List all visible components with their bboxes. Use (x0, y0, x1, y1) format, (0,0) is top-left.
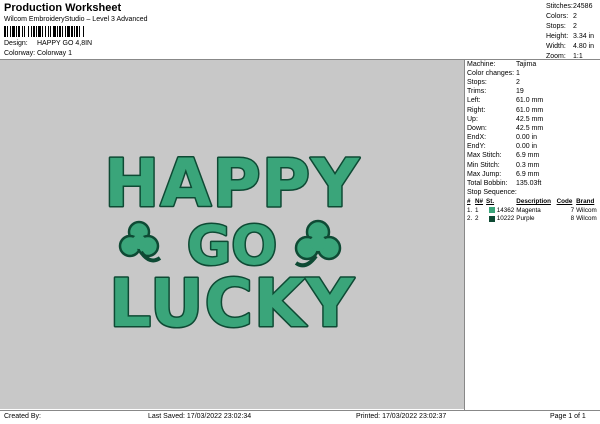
stat-row: Height: 3.34 in (546, 32, 595, 40)
colorway-label: Colorway: (4, 50, 36, 57)
barcode (4, 26, 116, 37)
stop-sequence-table: # N# St. Description Code Brand 1. 1 143… (466, 198, 600, 224)
design-value: HAPPY GO 4,8IN (37, 40, 93, 47)
worksheet-title: Production Worksheet (4, 2, 122, 14)
table-row[interactable]: 2. 2 10222 Purple 8 Wilcom (466, 215, 600, 224)
stat-row: Colors: 2 (546, 12, 577, 20)
machine-info-row: Max Jump: 6.9 mm (467, 170, 540, 178)
machine-info-panel: Machine: Tajima Color changes: 1 Stops: 2 Trim… (465, 60, 600, 223)
embroidery-design: HAPPY GO LUCKY (103, 144, 361, 344)
machine-info-row: Left: 61.0 mm (467, 97, 544, 105)
footer-page: Page 1 of 1 (550, 413, 586, 421)
table-row[interactable]: 1. 1 14362 Magenta 7 Wilcom (466, 206, 600, 215)
footer-divider (0, 410, 600, 411)
machine-info-row: Min Stitch: 0.3 mm (467, 161, 540, 169)
shamrock-left-icon (118, 220, 162, 263)
machine-info-row: Total Bobbin: 135.03ft (467, 180, 542, 187)
footer-last-saved: Last Saved: 17/03/2022 23:02:34 (148, 413, 252, 421)
color-swatch (488, 215, 495, 222)
design-preview[interactable]: HAPPY GO LUCKY (0, 60, 464, 409)
software-name: Wilcom EmbroideryStudio – Level 3 Advanc… (4, 16, 148, 23)
machine-info-row: Down: 42.5 mm (467, 124, 544, 132)
stat-row: Stitches: 24586 (546, 2, 593, 10)
stat-row: Stops: 2 (546, 22, 577, 30)
footer-created-by: Created By: (4, 413, 41, 421)
design-text-happy: HAPPY (104, 145, 360, 222)
machine-info-row: Stops: 2 (467, 78, 520, 86)
color-swatch (488, 207, 495, 214)
machine-info-row: Right: 61.0 mm (467, 106, 544, 114)
design-text-lucky: LUCKY (109, 265, 355, 342)
stop-sequence-title: Stop Sequence: (467, 189, 517, 197)
stat-row: Width: 4.80 in (546, 42, 595, 50)
machine-info-row: EndX: 0.00 in (467, 134, 538, 142)
machine-info-row: Max Stitch: 6.9 mm (467, 152, 540, 160)
design-label: Design: (4, 40, 28, 47)
summary-stats: Stitches: 24586 Colors: 2 Stops: 2 Height: 3… (546, 2, 600, 62)
table-header-row: # N# St. Description Code Brand (467, 198, 595, 206)
barcode-bar (84, 26, 85, 37)
machine-info-row: Color changes: 1 (467, 69, 520, 77)
machine-info-row: EndY: 0.00 in (467, 143, 538, 151)
footer-printed: Printed: 17/03/2022 23:02:37 (356, 413, 447, 421)
colorway-value: Colorway 1 (37, 50, 73, 57)
shamrock-right-icon (294, 219, 342, 268)
machine-info-row: Machine: Tajima (467, 60, 537, 68)
machine-info-row: Up: 42.5 mm (467, 115, 544, 123)
machine-info-row: Trims: 19 (467, 88, 524, 96)
